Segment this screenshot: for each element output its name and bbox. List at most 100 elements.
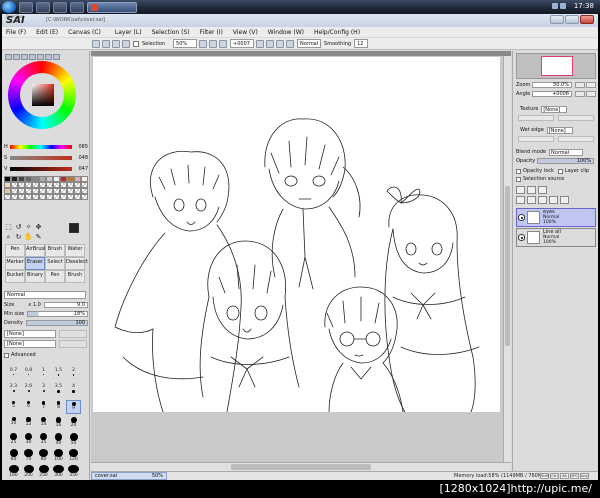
blend-mode-select[interactable]: Normal: [549, 148, 584, 156]
flip-icon[interactable]: [286, 39, 295, 48]
menu-filter[interactable]: Filter (I): [200, 29, 223, 36]
color-wheel[interactable]: [8, 61, 76, 129]
stabilizer-mode-select[interactable]: Normal: [297, 39, 322, 48]
swatch[interactable]: [32, 194, 39, 200]
brush-size-preset[interactable]: 12: [21, 416, 36, 430]
swatch[interactable]: [25, 194, 32, 200]
brush-size-preset[interactable]: 1.5: [51, 368, 66, 382]
brush-size-preset[interactable]: 50: [66, 432, 81, 446]
clear-layer-icon[interactable]: [538, 196, 547, 204]
brush-water[interactable]: Water: [65, 244, 85, 257]
value-slider[interactable]: V 047: [4, 165, 88, 172]
rotate-right-icon[interactable]: [266, 39, 275, 48]
taskbar-quicklaunch-2[interactable]: [36, 1, 50, 13]
brush-size-preset[interactable]: 40: [51, 432, 66, 446]
brush-pen[interactable]: Pen: [5, 244, 25, 257]
copy-layer-icon[interactable]: [549, 196, 558, 204]
zoom-in-icon[interactable]: [199, 39, 208, 48]
menu-window[interactable]: Window (W): [268, 29, 304, 36]
rotate-reset-icon[interactable]: [276, 39, 285, 48]
menu-help[interactable]: Help/Config (H): [314, 29, 360, 36]
swatch[interactable]: [18, 194, 25, 200]
taskbar-app-sai[interactable]: [87, 1, 137, 13]
zoom-out-icon[interactable]: [209, 39, 218, 48]
menu-canvas[interactable]: Canvas (C): [68, 29, 101, 36]
brush-deselect[interactable]: Deselect: [65, 257, 88, 270]
canvas-horizontal-scrollbar[interactable]: [91, 462, 511, 471]
menu-layer[interactable]: Layer (L): [115, 29, 142, 36]
eyedropper-icon[interactable]: ✎: [34, 233, 43, 242]
brush-texture-select[interactable]: [None]: [4, 340, 56, 348]
delete-layer-icon[interactable]: [560, 196, 569, 204]
brush-size-preset[interactable]: 0.8: [21, 368, 36, 382]
tray-volume-icon[interactable]: [560, 3, 566, 9]
zoom-field[interactable]: 50%: [173, 39, 198, 48]
color-mixer-tab[interactable]: [53, 54, 60, 60]
new-folder-icon[interactable]: [538, 186, 547, 194]
brush-select[interactable]: Select: [45, 257, 65, 270]
advanced-checkbox[interactable]: [4, 352, 9, 358]
vertical-scroll-thumb[interactable]: [505, 186, 510, 346]
lasso-icon[interactable]: ↺: [14, 223, 23, 232]
hue-bar[interactable]: [10, 144, 72, 149]
document-tab[interactable]: cover.sai 50%: [91, 472, 167, 480]
swatch[interactable]: [39, 194, 46, 200]
canvas-area[interactable]: [91, 51, 511, 471]
brush-size-preset[interactable]: 7: [36, 400, 51, 414]
selection-checkbox[interactable]: [133, 40, 139, 47]
angle-field[interactable]: +0007: [230, 39, 255, 48]
brush-size-preset[interactable]: 2.6: [21, 384, 36, 398]
layer-item-eyes[interactable]: eyes Normal 100%: [516, 208, 596, 227]
brush-size-preset[interactable]: 70: [21, 448, 36, 462]
brush-mode-select[interactable]: Normal: [4, 291, 86, 299]
brush-pen-2[interactable]: Pen: [45, 270, 65, 283]
zoom-tool-icon[interactable]: ⌕: [4, 233, 13, 242]
nav-angle-bar[interactable]: +0008: [532, 91, 572, 97]
zoom-reset-icon[interactable]: [219, 39, 228, 48]
nav-rotate-right[interactable]: [586, 91, 596, 97]
brush-size-preset[interactable]: 2.3: [6, 384, 21, 398]
layer-clip-checkbox[interactable]: [557, 168, 563, 174]
color-wheel-tab[interactable]: [5, 54, 12, 60]
swatch[interactable]: [67, 194, 74, 200]
taskbar-quicklaunch-3[interactable]: [53, 1, 67, 13]
swatch-tab[interactable]: [29, 54, 36, 60]
brush-size-preset[interactable]: 3.5: [51, 384, 66, 398]
brush-size-preset[interactable]: 6: [21, 400, 36, 414]
palette-tab[interactable]: [45, 54, 52, 60]
hand-icon[interactable]: ✋: [24, 233, 33, 242]
canvas-vertical-scrollbar[interactable]: [503, 56, 511, 462]
swatch[interactable]: [11, 194, 18, 200]
density-bar[interactable]: 100: [26, 320, 88, 326]
rotate-left-icon[interactable]: [256, 39, 265, 48]
rgb-slider-tab[interactable]: [13, 54, 20, 60]
size-multiplier[interactable]: x 1.0: [28, 302, 41, 308]
brush-marker[interactable]: Marker: [5, 257, 25, 270]
menu-edit[interactable]: Edit (E): [36, 29, 58, 36]
magic-wand-icon[interactable]: ✧: [24, 223, 33, 232]
new-linework-layer-icon[interactable]: [527, 186, 536, 194]
saturation-slider[interactable]: S 048: [4, 154, 88, 161]
brush-size-preset[interactable]: 14: [36, 416, 51, 430]
nav-zoom-minus[interactable]: [575, 82, 585, 88]
brush-bucket[interactable]: Bucket: [5, 270, 25, 283]
foreground-color[interactable]: [69, 223, 79, 233]
brush-size-preset[interactable]: 25: [6, 432, 21, 446]
horizontal-scroll-thumb[interactable]: [231, 464, 371, 470]
brush-eraser[interactable]: Eraser: [25, 257, 45, 270]
navigator-preview[interactable]: [516, 53, 596, 79]
swatch[interactable]: [53, 194, 60, 200]
taskbar-clock[interactable]: 17:38: [574, 2, 594, 10]
layer-visibility-icon[interactable]: [518, 234, 525, 241]
rect-select-icon[interactable]: ⬚: [4, 223, 13, 232]
brush-airbrush[interactable]: AirBrush: [25, 244, 47, 257]
nav-zoom-plus[interactable]: [586, 82, 596, 88]
brush-size-preset[interactable]: 16: [51, 416, 66, 430]
scratchpad-tab[interactable]: [37, 54, 44, 60]
menu-selection[interactable]: Selection (S): [152, 29, 190, 36]
brush-size-preset[interactable]: 60: [6, 448, 21, 462]
menu-file[interactable]: File (F): [6, 29, 26, 36]
saturation-bar[interactable]: [10, 155, 72, 160]
brush-size-preset[interactable]: 35: [36, 432, 51, 446]
swatch[interactable]: [74, 194, 81, 200]
